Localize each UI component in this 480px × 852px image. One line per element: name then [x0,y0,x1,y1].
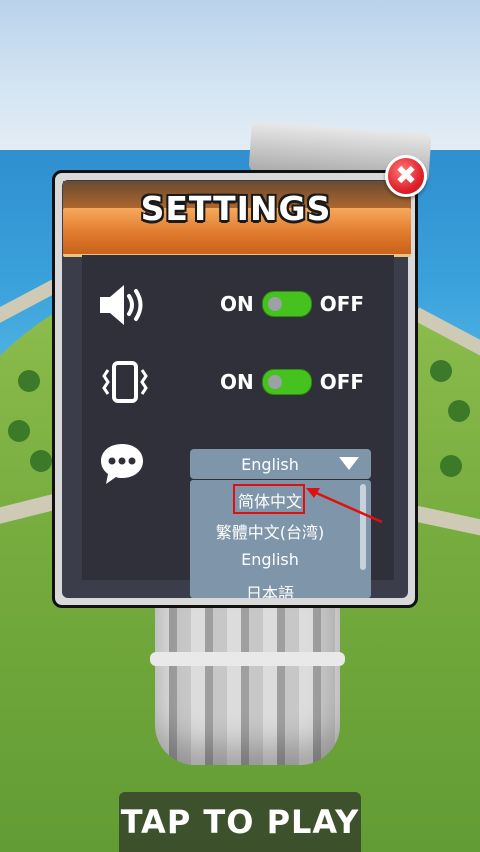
vibration-toggle[interactable] [261,369,312,395]
tree [440,455,462,477]
sound-toggle[interactable] [261,291,312,317]
tree [8,420,30,442]
vibration-toggle-row: ON OFF [220,367,364,397]
language-option-english[interactable]: English [190,550,350,569]
annotation-highlight-box [233,484,305,514]
tree [30,450,52,472]
close-button[interactable]: ✖ [385,155,427,197]
sound-off-label[interactable]: OFF [320,292,364,316]
tree [448,400,470,422]
tap-to-play-button[interactable]: TAP TO PLAY [119,792,361,852]
settings-title: SETTINGS [140,189,332,228]
tap-to-play-label: TAP TO PLAY [120,803,360,841]
speaker-icon [100,285,143,325]
chat-bubble-icon [101,444,143,484]
vibration-off-label[interactable]: OFF [320,370,364,394]
sound-toggle-row: ON OFF [220,289,364,319]
sound-on-label[interactable]: ON [220,292,254,316]
tree [430,360,452,382]
vibration-on-label[interactable]: ON [220,370,254,394]
annotation-arrow [306,488,383,524]
close-icon: ✖ [395,161,417,191]
language-selected-value: English [241,455,299,474]
tree [18,370,40,392]
vibration-icon [102,361,148,403]
leaning-tower [155,600,340,765]
toggle-knob[interactable] [267,375,282,389]
language-dropdown[interactable]: English [190,449,371,479]
caret-down-icon [339,457,359,470]
tower-band [150,652,345,666]
language-option-japanese[interactable]: 日本語 [190,580,350,598]
toggle-knob[interactable] [267,297,282,311]
